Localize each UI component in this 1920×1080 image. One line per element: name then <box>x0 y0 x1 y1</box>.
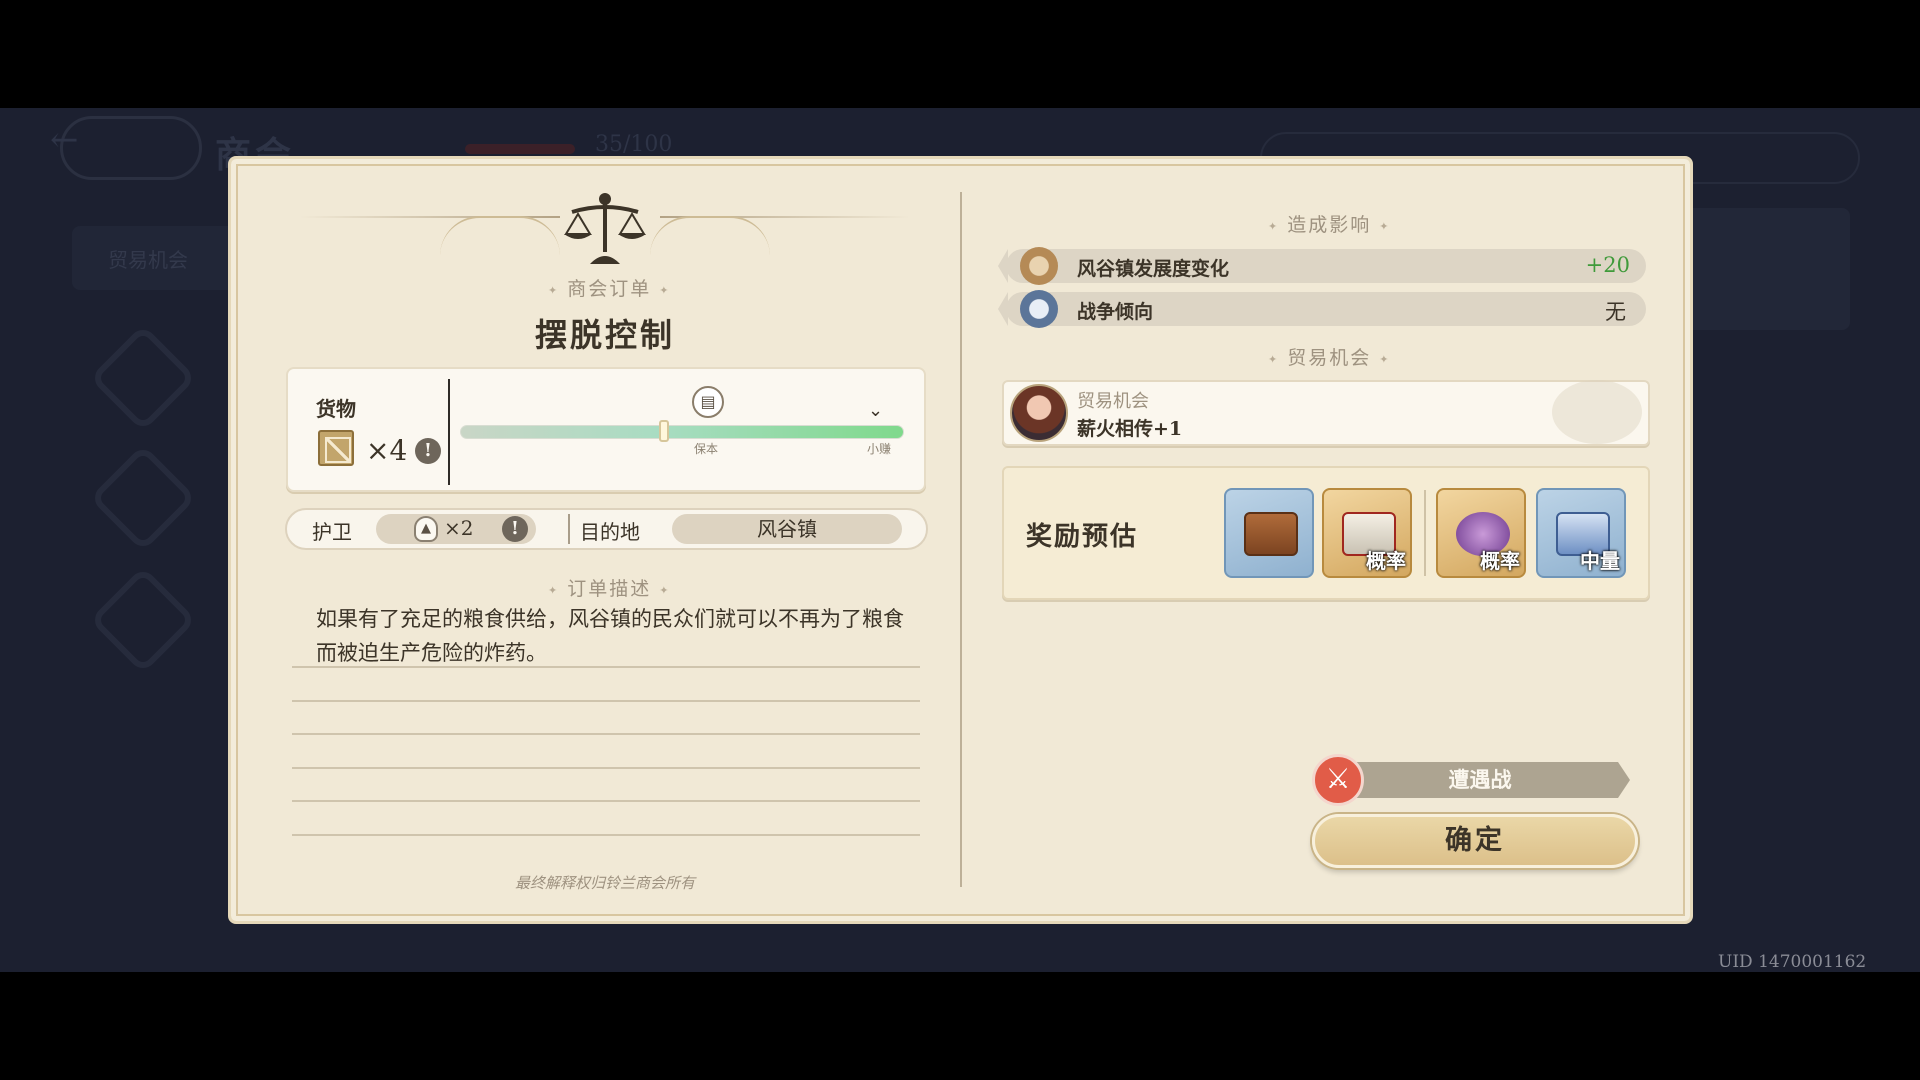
cargo-count: ×4 <box>366 434 408 467</box>
reward-item-gift-box[interactable]: 概率 <box>1322 488 1412 578</box>
trade-label-top: 贸易机会 <box>1077 391 1149 412</box>
ruled-line <box>292 666 920 668</box>
trade-tab: 贸易机会 <box>72 226 252 290</box>
order-section-label: 商会订单 <box>540 274 678 301</box>
guard-count: ×2 <box>444 516 474 540</box>
reward-item-blue-chest[interactable]: 中量 <box>1536 488 1626 578</box>
reward-item-potion-jar[interactable]: 概率 <box>1436 488 1526 578</box>
town-emblem-icon <box>1020 247 1058 285</box>
slider-caption-breakeven: 保本 <box>694 442 719 456</box>
profit-slider-knob[interactable] <box>659 420 670 442</box>
destination-value: 风谷镇 <box>672 514 902 544</box>
cargo-label: 货物 <box>316 397 356 421</box>
reward-estimate-label: 奖励预估 <box>1026 522 1139 552</box>
ruled-line <box>292 700 920 702</box>
chevron-down-icon[interactable]: ⌄ <box>868 400 883 421</box>
profit-slider-track[interactable] <box>460 425 904 439</box>
reward-tag: 概率 <box>1366 549 1406 573</box>
swirl-ornament <box>650 216 770 256</box>
crate-icon <box>318 430 354 466</box>
menu-diamond-icon <box>89 444 197 552</box>
helmet-icon: ▲ <box>414 516 438 542</box>
back-arrow-icon: ← <box>50 120 79 160</box>
ruled-line <box>292 767 920 769</box>
reward-tag: 中量 <box>1580 549 1620 573</box>
footnote: 最终解释权归铃兰商会所有 <box>514 874 695 892</box>
merchant-pin-icon: ▤ <box>692 386 724 418</box>
impact-section-label: 造成影响 <box>1260 210 1398 237</box>
column-divider <box>960 192 962 887</box>
cargo-info-icon[interactable]: ! <box>415 438 441 464</box>
description-section-label: 订单描述 <box>540 574 678 601</box>
character-portrait <box>1010 384 1068 442</box>
confirm-button[interactable]: 确定 <box>1312 814 1638 868</box>
menu-diamond-icon <box>89 566 197 674</box>
ruled-line <box>292 733 920 735</box>
impact-label-war: 战争倾向 <box>1077 301 1154 323</box>
guard-info-icon[interactable]: ! <box>502 516 528 542</box>
impact-value-war: 无 <box>1605 300 1626 324</box>
guard-label: 护卫 <box>312 520 352 544</box>
side-card <box>1680 208 1850 330</box>
trade-label-main: 薪火相传+1 <box>1077 418 1183 440</box>
ruled-line <box>292 800 920 802</box>
impact-value-development: +20 <box>1585 253 1630 277</box>
destination-label: 目的地 <box>580 520 640 544</box>
war-tendency-icon <box>1020 290 1058 328</box>
slider-caption-profit: 小赚 <box>867 442 892 456</box>
ruled-line <box>292 834 920 836</box>
back-button <box>60 116 202 180</box>
guard-divider <box>568 514 570 544</box>
encounter-label: 遭遇战 <box>1448 767 1512 792</box>
swirl-ornament <box>440 216 560 256</box>
reward-divider <box>1424 490 1426 576</box>
reward-item-wooden-crate[interactable] <box>1224 488 1314 578</box>
progress-count: 35/100 <box>595 132 673 157</box>
impact-label-development: 风谷镇发展度变化 <box>1077 258 1230 280</box>
reward-tag: 概率 <box>1480 549 1520 573</box>
trade-section-label: 贸易机会 <box>1260 343 1398 370</box>
balance-scale-icon <box>564 193 646 264</box>
order-description: 如果有了充足的粮食供给，风谷镇的民众们就可以不再为了粮食而被迫生产危险的炸药。 <box>316 607 904 665</box>
uid-label: UID 1470001162 <box>1718 952 1867 972</box>
progress-bar <box>465 144 575 154</box>
crossed-swords-icon: ⚔ <box>1312 754 1364 806</box>
cargo-divider <box>448 379 450 485</box>
handshake-icon <box>1552 380 1642 444</box>
